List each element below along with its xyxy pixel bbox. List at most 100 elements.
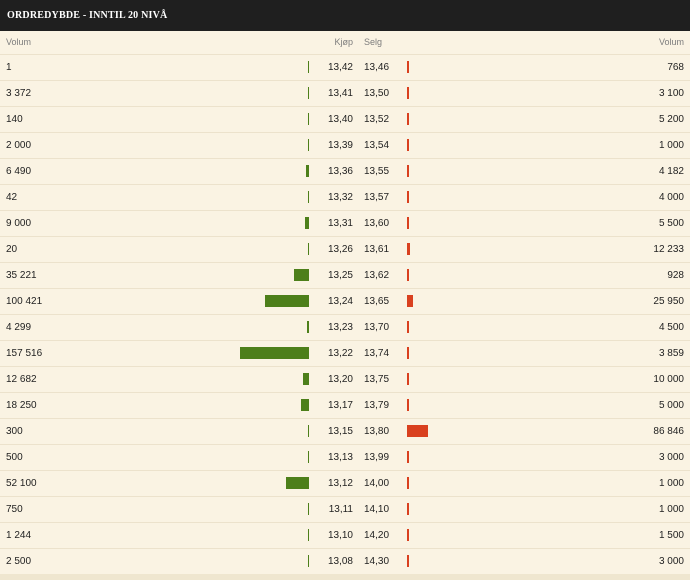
order-row: 12 682 13,20 13,75 10 000 [0, 366, 690, 392]
buy-price: 13,24 [327, 296, 353, 307]
order-row: 6 490 13,36 13,55 4 182 [0, 158, 690, 184]
buy-volume: 140 [6, 114, 23, 125]
sell-price: 13,50 [364, 88, 390, 99]
sell-volume-bar [407, 425, 428, 437]
sell-price: 13,65 [364, 296, 390, 307]
buy-price: 13,08 [327, 556, 353, 567]
order-row: 4 299 13,23 13,70 4 500 [0, 314, 690, 340]
sell-price: 14,10 [364, 504, 390, 515]
buy-volume-bar [307, 425, 309, 437]
sell-volume: 3 100 [658, 88, 684, 99]
sell-volume-bar [407, 139, 409, 151]
sell-volume-bar [407, 113, 409, 125]
sell-price: 13,57 [364, 192, 390, 203]
panel-title: ORDREDYBDE - INNTIL 20 NIVÅ [0, 0, 690, 31]
sell-volume-bar [407, 399, 409, 411]
buy-price: 13,15 [327, 426, 353, 437]
buy-volume: 52 100 [6, 478, 37, 489]
buy-volume-bar [307, 503, 309, 515]
buy-volume-bar [307, 243, 309, 255]
buy-price: 13,36 [327, 166, 353, 177]
sell-volume: 3 859 [658, 348, 684, 359]
buy-price: 13,11 [328, 504, 353, 515]
column-header-sell-price: Selg [364, 37, 383, 47]
order-row: 20 13,26 13,61 12 233 [0, 236, 690, 262]
sell-price: 13,55 [364, 166, 390, 177]
buy-volume: 157 516 [6, 348, 43, 359]
sell-volume-bar [407, 87, 409, 99]
sell-price: 13,62 [364, 270, 390, 281]
buy-volume: 500 [6, 452, 23, 463]
buy-volume: 35 221 [6, 270, 37, 281]
buy-price: 13,20 [327, 374, 353, 385]
column-header-sell-volume: Volum [658, 37, 684, 47]
order-row: 9 000 13,31 13,60 5 500 [0, 210, 690, 236]
buy-volume-bar [303, 373, 309, 385]
buy-volume-bar [307, 451, 309, 463]
buy-volume-bar [305, 217, 309, 229]
buy-volume: 300 [6, 426, 23, 437]
sell-price: 13,54 [364, 140, 390, 151]
sell-price: 13,61 [364, 244, 390, 255]
sell-volume-bar [407, 451, 409, 463]
buy-volume-bar [307, 191, 309, 203]
order-row: 2 500 13,08 14,30 3 000 [0, 548, 690, 574]
order-row: 18 250 13,17 13,79 5 000 [0, 392, 690, 418]
sell-volume-bar [407, 269, 409, 281]
sell-volume: 5 200 [658, 114, 684, 125]
buy-price: 13,26 [327, 244, 353, 255]
order-row: 2 000 13,39 13,54 1 000 [0, 132, 690, 158]
buy-volume: 1 [6, 62, 12, 73]
sell-volume: 1 000 [658, 140, 684, 151]
sell-volume: 768 [667, 62, 684, 73]
sell-volume: 12 233 [653, 244, 684, 255]
buy-volume: 100 421 [6, 296, 43, 307]
order-row: 500 13,13 13,99 3 000 [0, 444, 690, 470]
sell-volume: 86 846 [653, 426, 684, 437]
sell-price: 13,79 [364, 400, 390, 411]
order-row: 52 100 13,12 14,00 1 000 [0, 470, 690, 496]
sell-volume-bar [407, 321, 409, 333]
order-row: 140 13,40 13,52 5 200 [0, 106, 690, 132]
order-book-rows: 1 13,42 13,46 768 3 372 13,41 13,50 3 100 140 13,… [0, 54, 690, 574]
buy-price: 13,32 [327, 192, 353, 203]
buy-volume-bar [286, 477, 309, 489]
sell-volume-bar [407, 191, 409, 203]
buy-price: 13,42 [327, 62, 353, 73]
sell-volume-bar [407, 61, 409, 73]
sell-price: 13,75 [364, 374, 390, 385]
buy-volume-bar [301, 399, 309, 411]
buy-price: 13,39 [327, 140, 353, 151]
sell-volume: 1 000 [658, 504, 684, 515]
order-depth-panel: ORDREDYBDE - INNTIL 20 NIVÅ Volum Kjøp S… [0, 0, 690, 580]
order-row: 750 13,11 14,10 1 000 [0, 496, 690, 522]
sell-volume: 5 500 [658, 218, 684, 229]
sell-volume: 4 000 [658, 192, 684, 203]
buy-volume-bar [307, 529, 309, 541]
buy-price: 13,40 [327, 114, 353, 125]
sell-price: 14,00 [364, 478, 390, 489]
sell-price: 13,99 [364, 452, 390, 463]
buy-volume: 20 [6, 244, 18, 255]
order-row: 3 372 13,41 13,50 3 100 [0, 80, 690, 106]
buy-volume-bar [265, 295, 309, 307]
buy-volume-bar [307, 113, 309, 125]
sell-volume: 4 500 [658, 322, 684, 333]
buy-price: 13,41 [327, 88, 353, 99]
buy-volume: 6 490 [6, 166, 32, 177]
sell-volume-bar [407, 347, 409, 359]
buy-volume-bar [293, 269, 309, 281]
buy-volume-bar [307, 139, 309, 151]
order-row: 300 13,15 13,80 86 846 [0, 418, 690, 444]
buy-volume-bar [306, 165, 309, 177]
sell-volume: 10 000 [653, 374, 684, 385]
sell-volume-bar [407, 165, 409, 177]
sell-volume-bar [407, 373, 410, 385]
buy-price: 13,31 [327, 218, 353, 229]
sell-price: 13,46 [364, 62, 390, 73]
buy-volume: 1 244 [6, 530, 32, 541]
sell-volume: 928 [667, 270, 684, 281]
sell-volume-bar [407, 243, 410, 255]
sell-volume-bar [407, 503, 409, 515]
buy-volume-bar [307, 87, 309, 99]
